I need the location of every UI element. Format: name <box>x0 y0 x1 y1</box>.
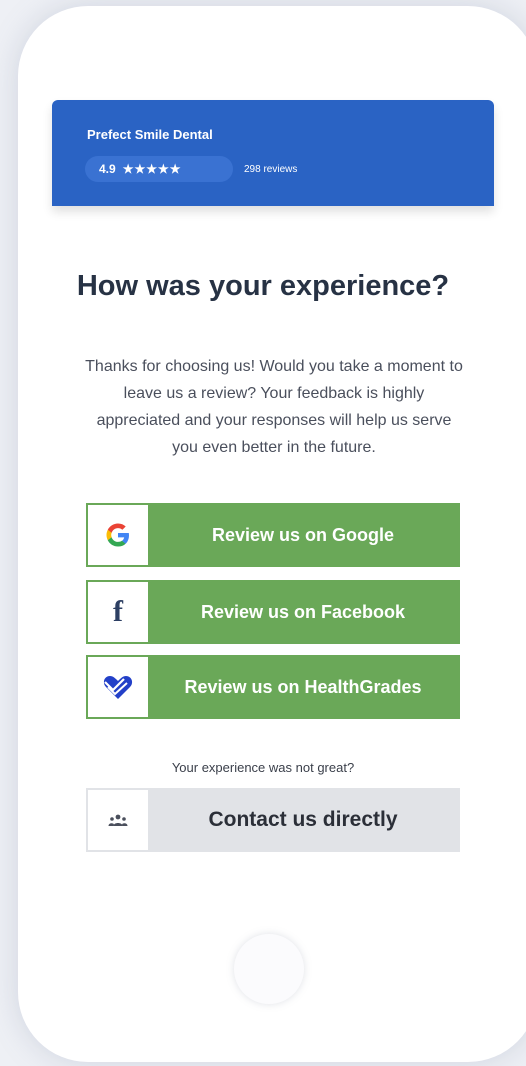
star-rating-icon: ★★★★★ <box>122 162 182 176</box>
review-facebook-label: Review us on Facebook <box>200 601 406 622</box>
not-great-note: Your experience was not great? <box>171 760 355 775</box>
facebook-icon: f <box>88 582 148 642</box>
review-google-label: Review us on Google <box>211 524 395 545</box>
business-header: Prefect Smile Dental 4.9 ★★★★★ 298 revie… <box>52 100 494 206</box>
reviews-count: 298 reviews <box>244 164 298 175</box>
review-facebook-button[interactable]: f Review us on Facebook <box>86 580 460 644</box>
home-button[interactable] <box>234 934 304 1004</box>
review-healthgrades-button[interactable]: Review us on HealthGrades <box>86 655 460 719</box>
contact-directly-button[interactable]: Contact us directly <box>86 788 460 852</box>
contact-directly-label: Contact us directly <box>208 808 398 831</box>
review-healthgrades-label: Review us on HealthGrades <box>184 676 422 697</box>
rating-badge: 4.9 ★★★★★ <box>85 156 233 182</box>
healthgrades-heart-icon <box>88 657 148 717</box>
page-title: How was your experience? <box>76 270 450 302</box>
rating-value: 4.9 <box>99 162 116 176</box>
google-icon <box>88 505 148 565</box>
description: Thanks for choosing us! Would you take a… <box>85 358 463 456</box>
business-name: Prefect Smile Dental <box>87 127 213 142</box>
people-group-icon <box>88 790 148 850</box>
review-google-button[interactable]: Review us on Google <box>86 503 460 567</box>
